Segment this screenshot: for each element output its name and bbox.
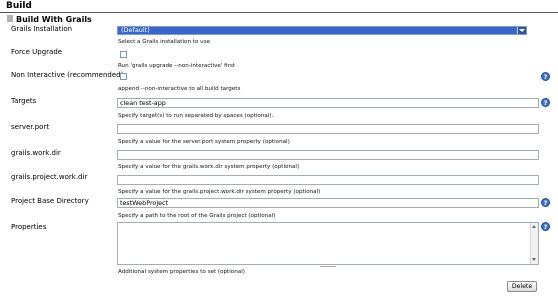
grails-work-dir-description: Specify a value for the grails.work.dir … (118, 164, 300, 170)
targets-label: Targets (11, 97, 37, 105)
help-icon-project-base-directory[interactable]: ? (541, 198, 550, 207)
grails-work-dir-label: grails.work.dir (11, 149, 61, 157)
scroll-down-icon[interactable] (531, 257, 538, 263)
grails-installation-selected-value: (Default) (121, 26, 150, 34)
force-upgrade-checkbox[interactable] (120, 51, 127, 58)
force-upgrade-description: Run 'grails upgrade --non-interactive' f… (118, 63, 236, 69)
properties-textarea[interactable] (117, 222, 539, 265)
grails-installation-select[interactable]: (Default) (117, 26, 527, 35)
help-icon-non-interactive[interactable]: ? (541, 72, 550, 81)
project-base-directory-description: Specify a path to the root of the Grails… (118, 213, 276, 219)
non-interactive-checkbox[interactable] (120, 73, 127, 80)
section-title: Build (6, 1, 32, 11)
delete-button[interactable]: Delete (507, 281, 537, 292)
project-base-directory-label: Project Base Directory (11, 197, 89, 205)
targets-description: Specify target(s) to run separated by sp… (118, 113, 274, 119)
server-port-label: server.port (11, 123, 50, 131)
section-divider (0, 12, 558, 13)
help-icon-targets[interactable]: ? (541, 98, 550, 107)
textarea-resize-grip-icon[interactable] (320, 264, 336, 267)
non-interactive-description: append --non-interactive to all build ta… (118, 86, 241, 92)
grails-project-work-dir-input[interactable] (117, 175, 539, 185)
server-port-input[interactable] (117, 124, 539, 134)
server-port-description: Specify a value for the server.port syst… (118, 139, 290, 145)
grails-project-work-dir-label: grails.project.work.dir (11, 173, 88, 181)
grails-work-dir-input[interactable] (117, 150, 539, 160)
properties-description: Additional system properties to set (opt… (118, 269, 245, 275)
force-upgrade-label: Force Upgrade (11, 48, 63, 56)
help-icon-properties[interactable]: ? (541, 222, 550, 231)
grails-project-work-dir-description: Specify a value for the grails.project.w… (118, 189, 321, 195)
build-step-title: Build With Grails (16, 15, 92, 24)
drag-handle-icon[interactable] (7, 15, 13, 22)
project-base-directory-input[interactable]: testWebProject (117, 198, 539, 208)
grails-installation-description: Select a Grails installation to use (118, 39, 211, 45)
targets-input[interactable]: clean test-app (117, 98, 539, 108)
scroll-up-icon[interactable] (531, 224, 538, 230)
chevron-down-icon[interactable] (517, 27, 526, 34)
non-interactive-label: Non Interactive (recommended) (11, 71, 124, 79)
grails-installation-label: Grails Installation (11, 25, 73, 33)
properties-scrollbar[interactable] (530, 223, 538, 264)
properties-label: Properties (11, 223, 47, 231)
